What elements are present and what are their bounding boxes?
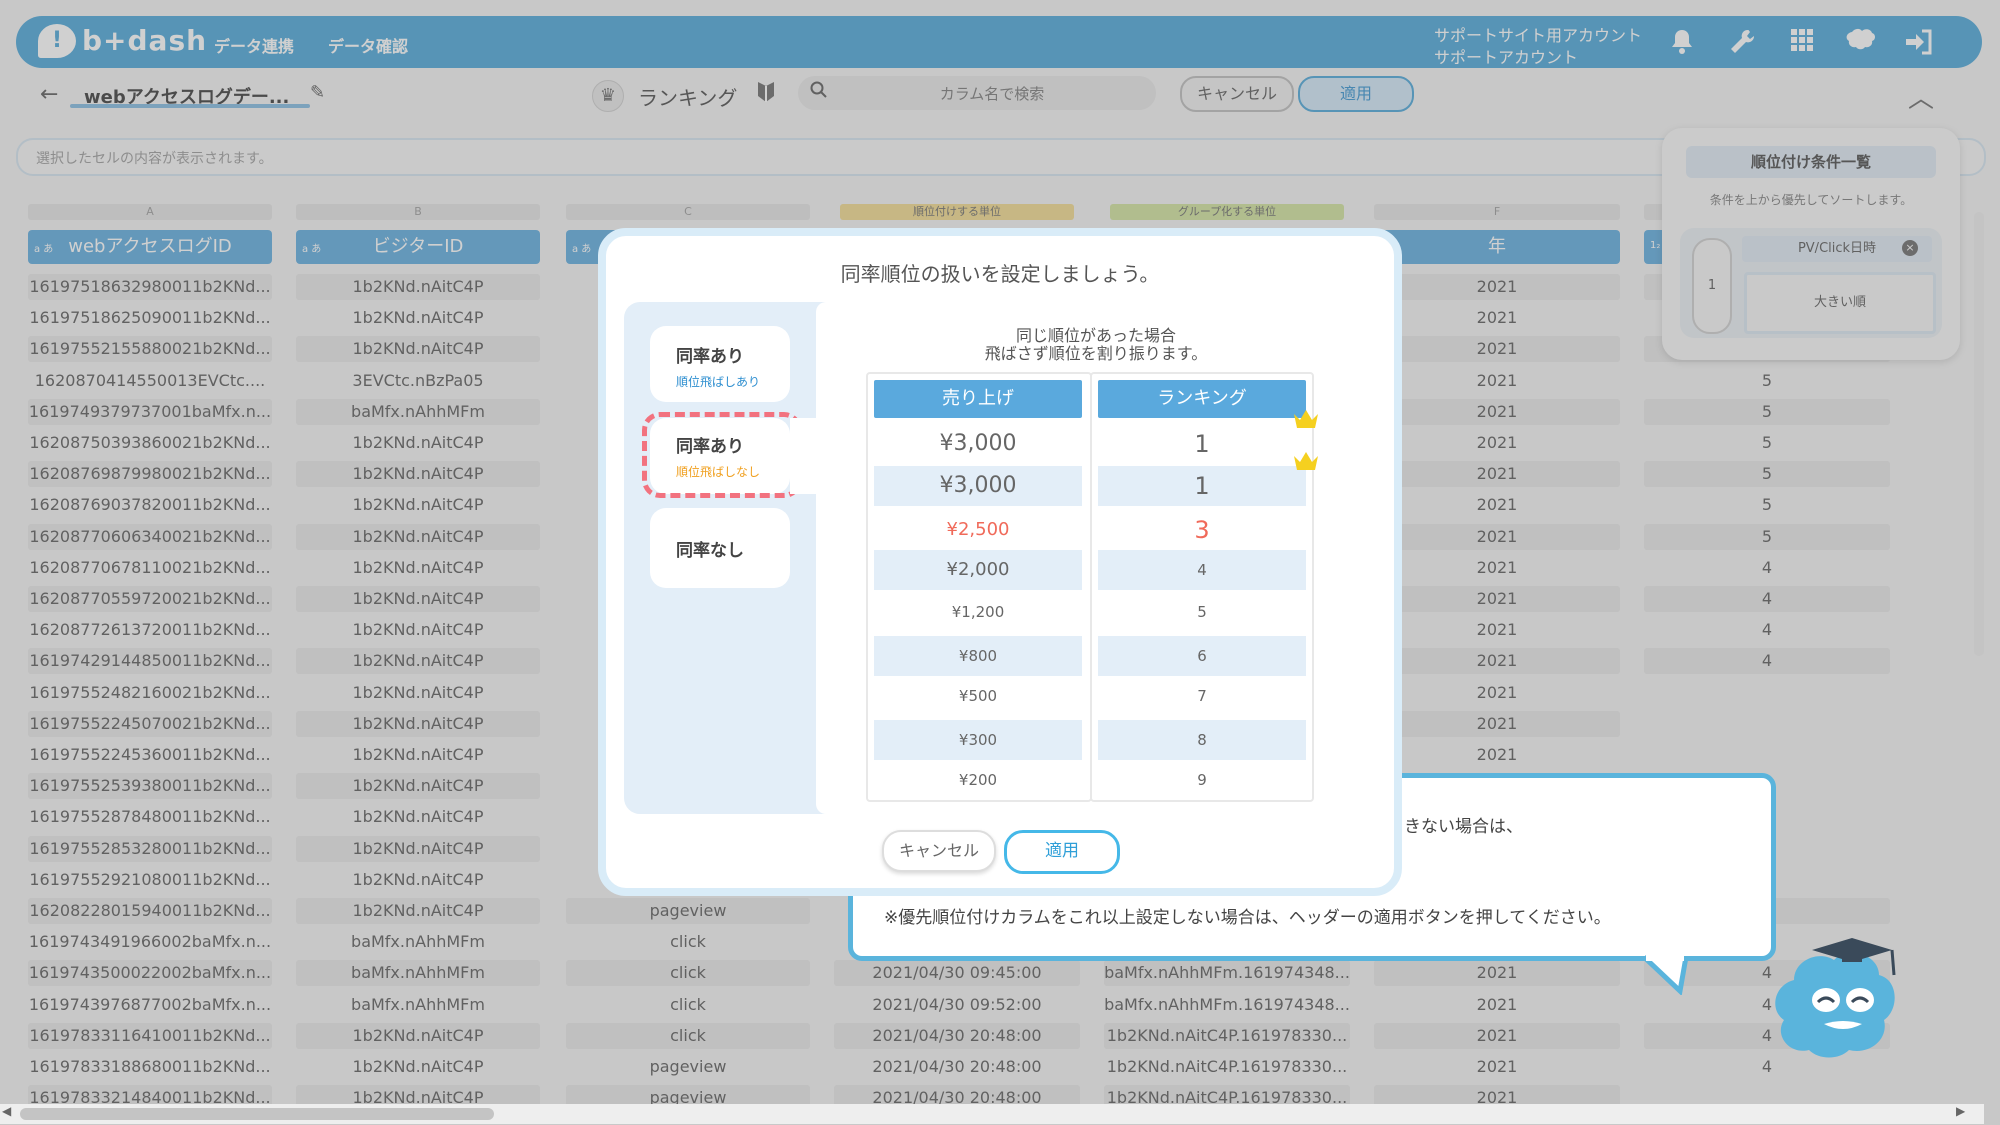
sales-cell: ¥2,000 (874, 550, 1082, 590)
option-tie-with-skip[interactable]: 同率あり 順位飛ばしあり (650, 326, 790, 402)
rank-cell: 6 (1098, 636, 1306, 676)
rank-header: ランキング (1098, 380, 1306, 418)
selected-option-highlight (642, 412, 802, 498)
option-label: 同率あり (676, 347, 744, 367)
modal-apply-button[interactable]: 適用 (1004, 830, 1120, 874)
rank-cell: 1 (1194, 430, 1210, 458)
sales-cell: ¥200 (958, 771, 998, 789)
crown-icon (1294, 410, 1318, 428)
option-sublabel: 順位飛ばしあり (676, 375, 761, 389)
sales-cell: ¥1,200 (951, 603, 1005, 621)
horizontal-scroll-thumb[interactable] (20, 1108, 494, 1120)
option-no-tie[interactable]: 同率なし (650, 508, 790, 588)
crown-icon (1294, 452, 1318, 470)
modal-cancel-button[interactable]: キャンセル (882, 830, 996, 872)
rank-cell: 1 (1098, 466, 1306, 506)
scroll-right-icon[interactable]: ▶ (1956, 1104, 1965, 1118)
mascot-icon (1775, 938, 1896, 1058)
tutorial-text-line2: ※優先順位付けカラムをこれ以上設定しない場合は、ヘッダーの適用ボタンを押してくだ… (884, 908, 1611, 928)
bubble-tail (1642, 955, 1689, 995)
sales-cell: ¥800 (874, 636, 1082, 676)
sales-header: 売り上げ (874, 380, 1082, 418)
rank-cell: 8 (1098, 720, 1306, 760)
sales-cell: ¥300 (874, 720, 1082, 760)
sales-cell: ¥2,500 (946, 519, 1010, 540)
option-label: 同率なし (676, 541, 744, 561)
sales-cell: ¥500 (958, 687, 998, 705)
modal-title: 同率順位の扱いを設定しましょう。 (840, 262, 1160, 286)
rank-cell: 9 (1197, 771, 1207, 789)
scroll-left-icon[interactable]: ◀ (2, 1104, 11, 1118)
sales-cell: ¥3,000 (939, 431, 1017, 456)
tutorial-text-line1: きない場合は、 (1404, 817, 1523, 837)
rank-cell: 7 (1197, 687, 1207, 705)
rank-cell: 3 (1194, 516, 1210, 544)
sales-cell: ¥3,000 (874, 466, 1082, 506)
description-line2: 飛ばさず順位を割り振ります。 (984, 344, 1208, 363)
vertical-scroll-thumb[interactable] (1974, 212, 1984, 656)
rank-cell: 4 (1098, 550, 1306, 590)
rank-cell: 5 (1197, 603, 1207, 621)
